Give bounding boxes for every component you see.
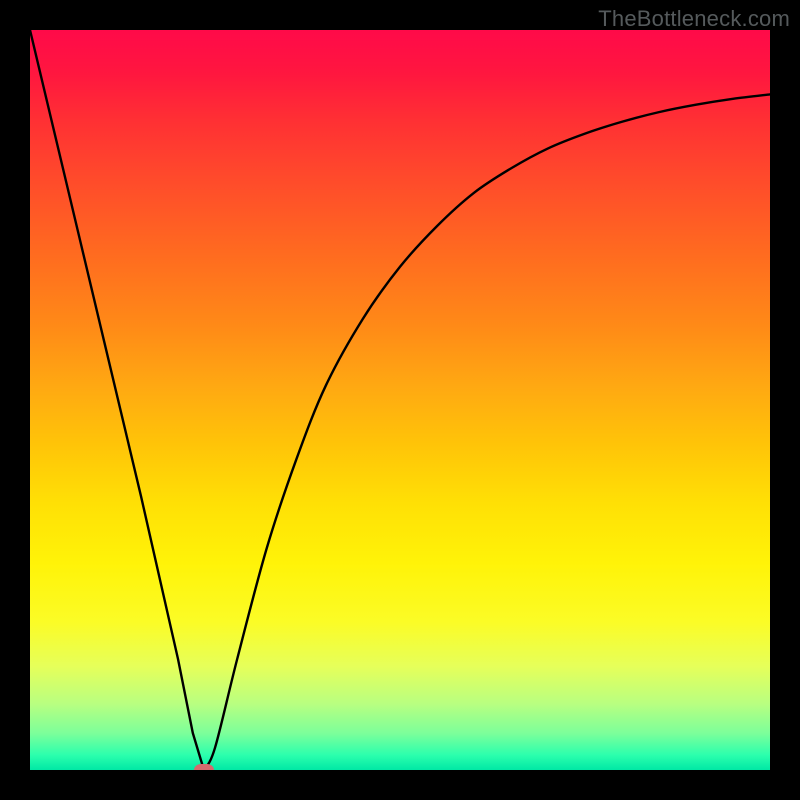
plot-area [30, 30, 770, 770]
chart-frame: TheBottleneck.com [0, 0, 800, 800]
watermark-text: TheBottleneck.com [598, 6, 790, 32]
bottleneck-curve [30, 30, 770, 770]
min-point-marker [194, 764, 214, 770]
